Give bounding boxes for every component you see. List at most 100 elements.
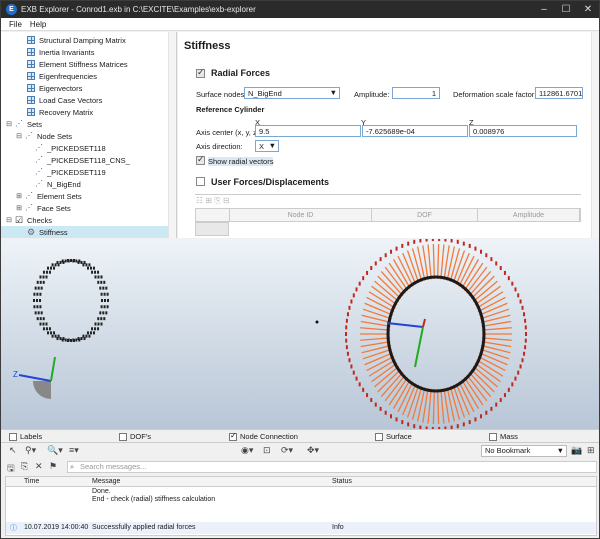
view-option-label: Surface	[386, 432, 412, 441]
node-marker	[91, 270, 94, 274]
tree-item[interactable]: ⚙ Stiffness	[1, 226, 168, 238]
table-col-dof[interactable]: DOF	[372, 209, 478, 221]
view-option-checkbox[interactable]	[489, 432, 497, 441]
view-option[interactable]: Labels	[9, 432, 42, 441]
select-cursor-icon[interactable]: ↖	[9, 445, 17, 456]
collapse-icon[interactable]: ⊟	[15, 132, 23, 140]
tree-item[interactable]: ⋰ _PICKEDSET119	[1, 166, 168, 178]
tree-item[interactable]: ⊞ ⋰ Face Sets	[1, 202, 168, 214]
node-marker	[92, 331, 95, 335]
axis-center-x-input[interactable]: 9.5	[255, 125, 361, 137]
camera-icon[interactable]: 📷	[571, 445, 582, 456]
menu-lines-icon[interactable]: ≡▾	[69, 445, 79, 456]
node-marker	[39, 305, 42, 309]
col-time[interactable]: Time	[24, 478, 39, 485]
col-message[interactable]: Message	[92, 478, 120, 485]
node-marker	[57, 263, 60, 267]
amplitude-input[interactable]: 1	[392, 87, 440, 99]
tree-scrollbar[interactable]	[168, 32, 176, 238]
nodes-tool-icon[interactable]: ⚲▾	[25, 445, 36, 456]
bookmark-select[interactable]: No Bookmark ▼	[481, 445, 567, 457]
filter-log-icon[interactable]: ⚑	[49, 461, 57, 472]
maximize-icon[interactable]: ☐	[555, 1, 577, 18]
node-marker	[42, 327, 45, 331]
table-col-amplitude[interactable]: Amplitude	[478, 209, 580, 221]
grid-icon	[27, 84, 35, 92]
view-option-checkbox[interactable]	[375, 432, 383, 441]
axis-center-y-input[interactable]: -7.625689e-04	[362, 125, 468, 137]
node-marker	[57, 334, 60, 338]
node-marker	[47, 266, 50, 270]
axis-center-z-input[interactable]: 0.008976	[469, 125, 577, 137]
deformed-node	[345, 345, 348, 350]
clear-log-icon[interactable]: ✕	[35, 461, 43, 472]
tree-item[interactable]: Recovery Matrix	[1, 106, 168, 118]
tree-item[interactable]: Structural Damping Matrix	[1, 34, 168, 46]
axis-direction-select[interactable]: X ▼	[255, 140, 279, 152]
surface-nodes-select[interactable]: N_BigEnd ▼	[244, 87, 340, 99]
model-render[interactable]: Z	[1, 239, 599, 429]
view-option[interactable]: DOF's	[119, 432, 151, 441]
deformed-node	[395, 417, 398, 422]
3d-viewport[interactable]: Z	[1, 239, 599, 429]
node-marker	[97, 280, 100, 284]
tree-item[interactable]: Eigenvectors	[1, 82, 168, 94]
view-option-checkbox[interactable]	[119, 432, 127, 441]
menu-help[interactable]: Help	[30, 20, 46, 29]
node-marker	[70, 259, 72, 262]
view-option[interactable]: Surface	[375, 432, 412, 441]
collapse-icon[interactable]: ⊟	[5, 120, 13, 128]
tree-item[interactable]: Eigenfrequencies	[1, 70, 168, 82]
collapse-icon[interactable]: ⊟	[5, 216, 13, 224]
node-marker	[34, 286, 37, 290]
deformation-scale-input[interactable]: 112861.670162	[535, 87, 583, 99]
node-marker	[42, 275, 45, 279]
tree-item[interactable]: ⊟ ⋰ Node Sets	[1, 130, 168, 142]
tree-item[interactable]: Element Stiffness Matrices	[1, 58, 168, 70]
view-option[interactable]: Mass	[489, 432, 518, 441]
node-marker	[100, 322, 103, 326]
minimize-icon[interactable]: –	[533, 1, 555, 18]
close-icon[interactable]: ✕	[577, 1, 599, 18]
properties-scrollbar[interactable]	[591, 32, 599, 238]
rotate-view-icon[interactable]: ⟳▾	[281, 445, 293, 456]
radial-forces-checkbox[interactable]	[196, 67, 205, 78]
pan-view-icon[interactable]: ✥▾	[307, 445, 319, 456]
message-line: Done.	[92, 488, 111, 495]
radial-vector	[361, 344, 392, 354]
tree-item[interactable]: ⋰ N_BigEnd	[1, 178, 168, 190]
view-option-checkbox[interactable]	[229, 431, 237, 441]
search-messages-input[interactable]: ⌕ Search messages...	[67, 461, 597, 473]
table-row[interactable]: ⓘ 10.07.2019 14:00:40 Successfully appli…	[6, 522, 596, 534]
expand-icon[interactable]: ⊞	[15, 204, 23, 212]
expand-icon[interactable]: ⊞	[15, 192, 23, 200]
view-option[interactable]: Node Connection	[229, 431, 298, 441]
tree-item[interactable]: ⊟ ⋰ Sets	[1, 118, 168, 130]
table-toolbar-icon[interactable]: ☷ ⊞ ⎘ ⊟	[196, 196, 230, 206]
table-col-node-id[interactable]: Node ID	[230, 209, 372, 221]
camera-view-icon[interactable]: ◉▾	[241, 445, 253, 456]
node-marker	[42, 280, 45, 284]
zoom-icon[interactable]: 🔍▾	[47, 445, 63, 456]
copy-log-icon[interactable]: ⎘	[21, 461, 28, 472]
fit-view-icon[interactable]: ⊡	[263, 445, 271, 456]
tree-item[interactable]: Load Case Vectors	[1, 94, 168, 106]
tree-item[interactable]: ⊟ ☑ Checks	[1, 214, 168, 226]
node-set-ring-left	[33, 259, 109, 342]
node-marker	[36, 280, 39, 284]
tree-item[interactable]: ⋰ _PICKEDSET118_CNS_	[1, 154, 168, 166]
show-radial-vectors-checkbox[interactable]	[196, 154, 205, 165]
menu-file[interactable]: File	[9, 20, 22, 29]
user-forces-checkbox[interactable]	[196, 177, 205, 186]
tree-item[interactable]: ⋰ _PICKEDSET118	[1, 142, 168, 154]
message-line: End - check (radial) stiffness calculati…	[92, 496, 216, 503]
page-title: Stiffness	[184, 40, 231, 52]
view-option-checkbox[interactable]	[9, 432, 17, 441]
save-log-icon[interactable]: 🖫	[7, 461, 15, 477]
tree-item-label: Checks	[27, 215, 53, 225]
tree-item[interactable]: Inertia Invariants	[1, 46, 168, 58]
tree-item[interactable]: ⊞ ⋰ Element Sets	[1, 190, 168, 202]
deformed-node	[480, 414, 482, 419]
col-status[interactable]: Status	[332, 478, 352, 485]
bookmark-add-icon[interactable]: ⊞	[587, 445, 595, 456]
